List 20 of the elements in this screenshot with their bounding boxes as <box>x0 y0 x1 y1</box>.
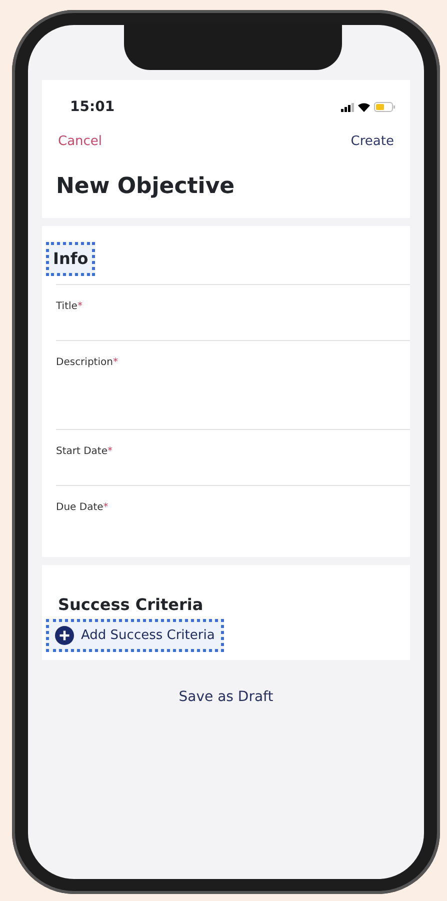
field-label: Start Date <box>56 444 108 459</box>
battery-icon <box>374 102 396 112</box>
required-mark: * <box>112 356 118 370</box>
field-label: Description <box>56 356 113 370</box>
section-heading: Success Criteria <box>57 594 204 616</box>
status-time: 15:01 <box>70 98 115 116</box>
create-button[interactable]: Create <box>350 132 394 152</box>
plus-circle-icon <box>55 626 74 646</box>
required-mark: * <box>103 500 108 515</box>
page-title: New Objective <box>55 172 236 200</box>
required-mark: * <box>108 444 113 459</box>
add-criteria-button[interactable]: Add Success Criteria <box>46 618 224 652</box>
field-label: Due Date <box>56 500 104 515</box>
cancel-button[interactable]: Cancel <box>58 132 102 152</box>
required-mark: * <box>77 300 82 314</box>
signal-icon <box>341 102 354 112</box>
save-draft-button[interactable]: Save as Draft <box>172 686 280 710</box>
section-heading: Info <box>46 242 96 276</box>
field-label: Title <box>56 300 78 314</box>
wifi-icon <box>358 102 370 112</box>
